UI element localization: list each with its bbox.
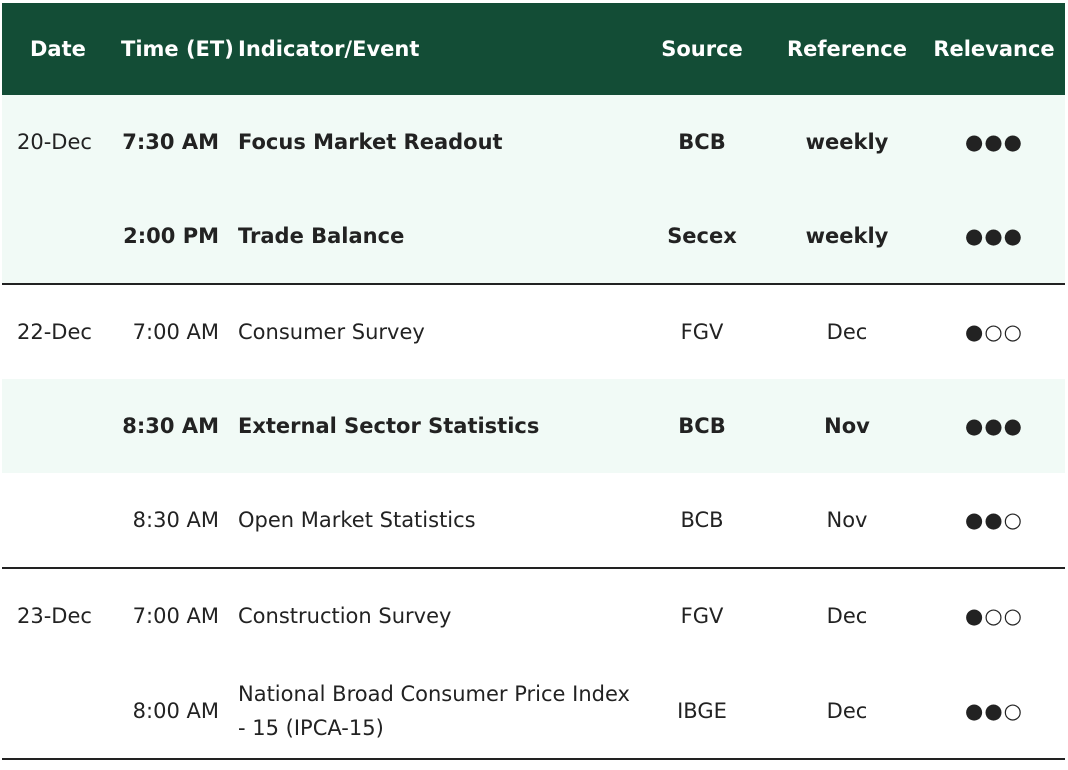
row-reference: weekly [805,224,889,248]
row-source: FGV [680,320,724,344]
row-reference: Dec [826,320,868,344]
row-date [17,189,107,283]
row-time: 8:00 AM [132,698,219,723]
table-row: 2:00 PM Trade Balance Secex weekly ●●● [2,189,1065,283]
table-row: 23-Dec 7:00 AM Construction Survey FGV D… [2,569,1065,663]
row-reference: Nov [824,414,870,438]
row-date [17,379,107,473]
economic-calendar-table: Date Time (ET) Indicator/Event Source Re… [2,3,1065,760]
row-event: National Broad Consumer Price Index - 15… [238,681,630,740]
table-row: 8:30 AM External Sector Statistics BCB N… [2,379,1065,473]
row-time: 8:30 AM [132,508,219,532]
row-source: BCB [680,508,724,532]
header-date: Date [30,37,86,61]
row-event: External Sector Statistics [238,414,540,438]
row-time: 8:30 AM [122,414,219,438]
row-event: Construction Survey [238,604,452,628]
row-source: IBGE [677,698,727,723]
row-event: Consumer Survey [238,320,425,344]
row-reference: Dec [826,698,868,723]
header-time: Time (ET) [121,37,234,61]
relevance-dots-icon: ●●● [965,130,1023,154]
relevance-dots-icon: ●●● [965,414,1023,438]
row-event: Open Market Statistics [238,508,476,532]
row-time: 7:00 AM [132,604,219,628]
table-row: 8:30 AM Open Market Statistics BCB Nov ●… [2,473,1065,567]
row-date [17,663,107,758]
row-source: Secex [667,224,737,248]
row-time: 7:30 AM [122,130,219,154]
relevance-dots-icon: ●○○ [965,320,1023,344]
row-reference: Dec [826,604,868,628]
relevance-dots-icon: ●●○ [965,508,1023,532]
row-reference: Nov [826,508,868,532]
group-divider [2,758,1065,760]
table-row: 22-Dec 7:00 AM Consumer Survey FGV Dec ●… [2,285,1065,379]
row-date: 22-Dec [17,320,92,344]
row-date: 23-Dec [17,604,92,628]
row-date [17,473,107,567]
header-reference: Reference [786,37,908,61]
relevance-dots-icon: ●●○ [965,698,1023,723]
row-source: BCB [678,414,726,438]
row-source: FGV [680,604,724,628]
row-date: 20-Dec [17,130,92,154]
row-reference: weekly [805,130,889,154]
row-event: Trade Balance [238,224,405,248]
relevance-dots-icon: ●○○ [965,604,1023,628]
row-time: 7:00 AM [132,320,219,344]
row-source: BCB [678,130,726,154]
relevance-dots-icon: ●●● [965,224,1023,248]
table-row: 20-Dec 7:30 AM Focus Market Readout BCB … [2,95,1065,189]
header-relevance: Relevance [933,37,1055,61]
row-event: Focus Market Readout [238,130,503,154]
header-event: Indicator/Event [238,37,420,61]
header-source: Source [661,37,743,61]
table-row: 8:00 AM National Broad Consumer Price In… [2,663,1065,758]
row-time: 2:00 PM [123,224,219,248]
table-header: Date Time (ET) Indicator/Event Source Re… [2,3,1065,95]
